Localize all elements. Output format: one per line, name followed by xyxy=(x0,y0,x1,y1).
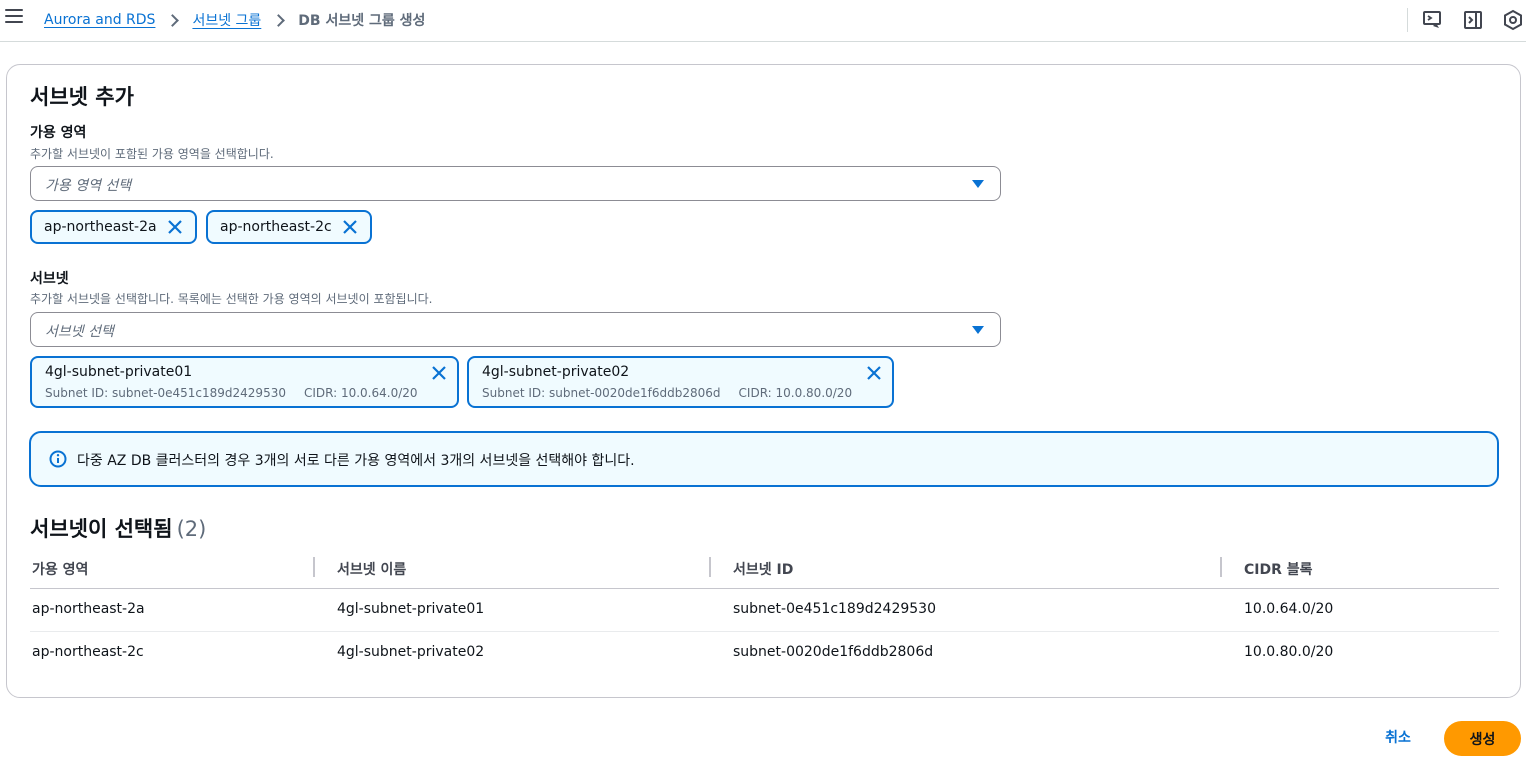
column-header-subnet-name[interactable]: 서브넷 이름 xyxy=(337,559,406,579)
section-title: 서브넷 추가 xyxy=(30,85,134,109)
cell-az: ap-northeast-2a xyxy=(32,601,145,617)
subnet-description: 추가할 서브넷을 선택합니다. 목록에는 선택한 가용 영역의 서브넷이 포함됩… xyxy=(30,292,433,306)
subnet-token-cidr: CIDR: 10.0.64.0/20 xyxy=(303,386,418,400)
info-icon xyxy=(49,450,67,468)
caret-down-icon xyxy=(972,326,984,334)
breadcrumb-subnet-groups[interactable]: 서브넷 그룹 xyxy=(192,10,261,30)
close-icon[interactable] xyxy=(167,219,183,235)
cell-cidr: 10.0.64.0/20 xyxy=(1244,601,1334,617)
create-button[interactable]: 생성 xyxy=(1444,721,1521,756)
subnet-token-name: 4gl-subnet-private01 xyxy=(45,364,193,380)
menu-icon[interactable] xyxy=(5,9,23,25)
column-resizer[interactable] xyxy=(709,557,711,577)
close-icon[interactable] xyxy=(866,365,882,381)
subnet-token-id: Subnet ID: subnet-0e451c189d2429530 xyxy=(45,386,286,400)
subnet-label: 서브넷 xyxy=(30,271,69,287)
notifications-panel-icon[interactable] xyxy=(1462,9,1484,31)
cell-subnet-name: 4gl-subnet-private02 xyxy=(337,644,485,660)
selected-subnets-title: 서브넷이 선택됨 (2) xyxy=(30,513,206,543)
column-resizer[interactable] xyxy=(313,557,315,577)
subnet-token: 4gl-subnet-private01 Subnet ID: subnet-0… xyxy=(30,356,459,408)
info-alert: 다중 AZ DB 클러스터의 경우 3개의 서로 다른 가용 영역에서 3개의 … xyxy=(29,431,1499,487)
az-token: ap-northeast-2a xyxy=(30,210,197,244)
close-icon[interactable] xyxy=(431,365,447,381)
top-right-tools xyxy=(1407,8,1526,32)
column-header-subnet-id[interactable]: 서브넷 ID xyxy=(733,559,793,579)
cell-cidr: 10.0.80.0/20 xyxy=(1244,644,1334,660)
subnet-token-name: 4gl-subnet-private02 xyxy=(482,364,630,380)
subnet-select[interactable]: 서브넷 선택 xyxy=(30,312,1001,347)
settings-icon[interactable] xyxy=(1502,9,1524,31)
cell-subnet-id: subnet-0020de1f6ddb2806d xyxy=(733,644,934,660)
subnet-token-cidr: CIDR: 10.0.80.0/20 xyxy=(738,386,853,400)
subnet-token-meta: Subnet ID: subnet-0020de1f6ddb2806d CIDR:… xyxy=(482,386,852,400)
az-select-placeholder: 가용 영역 선택 xyxy=(45,178,132,194)
table-row: ap-northeast-2c 4gl-subnet-private02 sub… xyxy=(30,632,1499,675)
close-icon[interactable] xyxy=(342,219,358,235)
selected-subnets-count: (2) xyxy=(176,517,207,541)
column-header-cidr[interactable]: CIDR 블록 xyxy=(1244,559,1313,579)
selected-subnets-heading: 서브넷이 선택됨 xyxy=(30,517,173,541)
subnet-select-placeholder: 서브넷 선택 xyxy=(45,324,114,340)
breadcrumb-current-page: DB 서브넷 그룹 생성 xyxy=(298,13,426,29)
cell-subnet-id: subnet-0e451c189d2429530 xyxy=(733,601,936,617)
subnet-token-meta: Subnet ID: subnet-0e451c189d2429530 CIDR:… xyxy=(45,386,418,400)
az-description: 추가할 서브넷이 포함된 가용 영역을 선택합니다. xyxy=(30,147,274,161)
az-token: ap-northeast-2c xyxy=(206,210,372,244)
info-alert-text: 다중 AZ DB 클러스터의 경우 3개의 서로 다른 가용 영역에서 3개의 … xyxy=(77,453,635,469)
top-navigation-bar: Aurora and RDS 서브넷 그룹 DB 서브넷 그룹 생성 xyxy=(0,0,1526,42)
breadcrumb-aurora-rds[interactable]: Aurora and RDS xyxy=(44,12,155,28)
az-token-label: ap-northeast-2c xyxy=(220,219,332,235)
caret-down-icon xyxy=(972,180,984,188)
divider xyxy=(1407,8,1408,32)
column-header-az[interactable]: 가용 영역 xyxy=(32,559,88,579)
table-row: ap-northeast-2a 4gl-subnet-private01 sub… xyxy=(30,589,1499,632)
chevron-right-icon xyxy=(166,13,180,27)
table-header: 가용 영역 서브넷 이름 서브넷 ID CIDR 블록 xyxy=(30,549,1499,589)
subnet-token-id: Subnet ID: subnet-0020de1f6ddb2806d xyxy=(482,386,721,400)
cancel-button[interactable]: 취소 xyxy=(1378,720,1418,754)
az-select[interactable]: 가용 영역 선택 xyxy=(30,166,1001,201)
subnet-token: 4gl-subnet-private02 Subnet ID: subnet-0… xyxy=(467,356,894,408)
column-resizer[interactable] xyxy=(1220,557,1222,577)
chevron-right-icon xyxy=(272,13,286,27)
breadcrumb: Aurora and RDS 서브넷 그룹 DB 서브넷 그룹 생성 xyxy=(44,10,425,30)
cloudshell-icon[interactable] xyxy=(1422,9,1444,31)
az-token-label: ap-northeast-2a xyxy=(44,219,157,235)
az-label: 가용 영역 xyxy=(30,125,87,141)
cell-subnet-name: 4gl-subnet-private01 xyxy=(337,601,485,617)
add-subnets-panel: 서브넷 추가 가용 영역 추가할 서브넷이 포함된 가용 영역을 선택합니다. … xyxy=(6,64,1521,698)
cell-az: ap-northeast-2c xyxy=(32,644,144,660)
